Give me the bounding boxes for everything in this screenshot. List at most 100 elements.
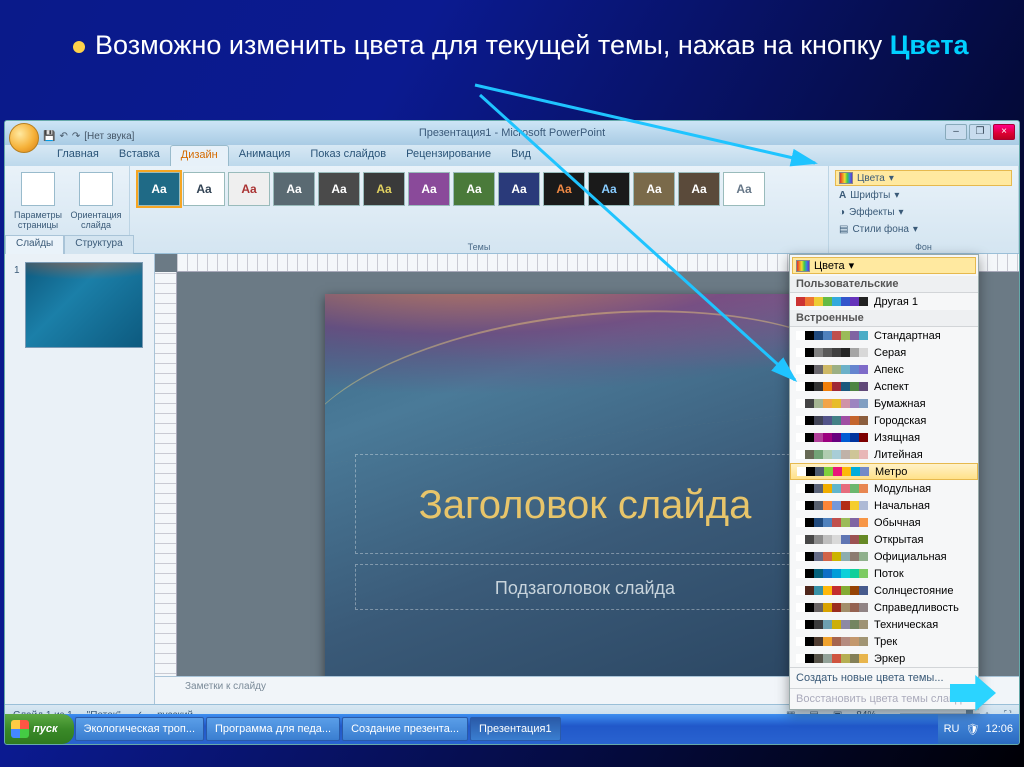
cm-reset: Восстановить цвета темы слайда [790, 688, 978, 709]
ribbon-tab-5[interactable]: Рецензирование [396, 145, 501, 166]
color-swatches [796, 382, 868, 391]
color-swatches [796, 348, 868, 357]
theme-swatch-7[interactable]: Aa [453, 172, 495, 206]
theme-swatch-11[interactable]: Aa [633, 172, 675, 206]
colors-dropdown: Цвета ▾ Пользовательские Другая 1 Встрое… [789, 254, 979, 710]
theme-swatch-13[interactable]: Aa [723, 172, 765, 206]
ribbon-group-themes: AaAaAaAaAaAaAaAaAaAaAaAaAaAa Темы [130, 166, 829, 253]
system-tray[interactable]: RU 🛡 12:06 [938, 714, 1019, 744]
minimize-button[interactable]: – [945, 124, 967, 140]
color-swatches [796, 518, 868, 527]
maximize-button[interactable]: ❐ [969, 124, 991, 140]
ruler-vertical [155, 272, 177, 704]
theme-swatch-1[interactable]: Aa [183, 172, 225, 206]
taskbar-item-2[interactable]: Создание презента... [342, 717, 468, 741]
slide-thumbnail-panel[interactable]: 1 [5, 254, 155, 704]
qat-undo-icon[interactable]: ↶ [59, 125, 67, 149]
qat-redo-icon[interactable]: ↷ [72, 125, 80, 149]
title-placeholder[interactable]: Заголовок слайда [355, 454, 815, 554]
color-scheme-Официальная[interactable]: Официальная [790, 548, 978, 565]
color-scheme-Городская[interactable]: Городская [790, 412, 978, 429]
color-scheme-Бумажная[interactable]: Бумажная [790, 395, 978, 412]
color-swatches [796, 450, 868, 459]
colors-dropdown-header[interactable]: Цвета ▾ [792, 257, 976, 274]
taskbar-item-3[interactable]: Презентация1 [470, 717, 561, 741]
subtitle-placeholder[interactable]: Подзаголовок слайда [355, 564, 815, 610]
qat-sound[interactable]: [Нет звука] [84, 125, 134, 149]
theme-swatch-2[interactable]: Aa [228, 172, 270, 206]
color-scheme-Изящная[interactable]: Изящная [790, 429, 978, 446]
color-scheme-Модульная[interactable]: Модульная [790, 480, 978, 497]
color-scheme-Аспект[interactable]: Аспект [790, 378, 978, 395]
colors-button[interactable]: Цвета ▾ [835, 170, 1012, 186]
color-scheme-label: Стандартная [874, 330, 941, 342]
start-button[interactable]: пуск [5, 714, 74, 744]
theme-swatch-12[interactable]: Aa [678, 172, 720, 206]
color-scheme-Трек[interactable]: Трек [790, 633, 978, 650]
bg-styles-icon: ▤ [839, 224, 848, 235]
color-scheme-Литейная[interactable]: Литейная [790, 446, 978, 463]
ribbon-tab-2[interactable]: Дизайн [170, 145, 229, 166]
color-scheme-label: Начальная [874, 500, 930, 512]
color-swatches [796, 433, 868, 442]
taskbar-item-1[interactable]: Программа для педа... [206, 717, 340, 741]
fonts-button[interactable]: AШрифты ▾ [835, 188, 1012, 203]
theme-swatch-6[interactable]: Aa [408, 172, 450, 206]
color-scheme-Стандартная[interactable]: Стандартная [790, 327, 978, 344]
tab-outline[interactable]: Структура [64, 235, 133, 254]
color-swatches [796, 569, 868, 578]
color-scheme-Справедливость[interactable]: Справедливость [790, 599, 978, 616]
color-scheme-label: Метро [875, 466, 907, 478]
color-scheme-label: Открытая [874, 534, 923, 546]
taskbar-item-0[interactable]: Экологическая троп... [75, 717, 204, 741]
close-button[interactable]: × [993, 124, 1015, 140]
color-scheme-Обычная[interactable]: Обычная [790, 514, 978, 531]
color-scheme-Открытая[interactable]: Открытая [790, 531, 978, 548]
instruction-bullet: Возможно изменить цвета для текущей темы… [0, 0, 1024, 73]
color-swatches [796, 637, 868, 646]
ribbon-tab-6[interactable]: Вид [501, 145, 541, 166]
color-swatches [796, 297, 868, 306]
color-scheme-Метро[interactable]: Метро [790, 463, 978, 480]
color-scheme-label: Городская [874, 415, 926, 427]
office-button[interactable] [9, 123, 39, 153]
color-scheme-label: Серая [874, 347, 906, 359]
tray-icon[interactable]: 🛡 [966, 723, 980, 736]
theme-swatch-5[interactable]: Aa [363, 172, 405, 206]
color-scheme-Поток[interactable]: Поток [790, 565, 978, 582]
color-scheme-Начальная[interactable]: Начальная [790, 497, 978, 514]
ribbon-tabs: ГлавнаяВставкаДизайнАнимацияПоказ слайдо… [5, 145, 1019, 166]
color-scheme-Другая 1[interactable]: Другая 1 [790, 293, 978, 310]
group-label-themes: Темы [130, 242, 828, 252]
slide-thumbnail-1[interactable]: 1 [25, 262, 143, 348]
colors-icon [796, 260, 810, 272]
colors-icon [839, 172, 853, 184]
windows-taskbar: пуск Экологическая троп...Программа для … [5, 714, 1019, 744]
color-scheme-Солнцестояние[interactable]: Солнцестояние [790, 582, 978, 599]
cm-section-builtin: Встроенные [790, 310, 978, 327]
cm-create-new[interactable]: Создать новые цвета темы... [790, 667, 978, 688]
tray-lang[interactable]: RU [944, 723, 960, 735]
color-scheme-Серая[interactable]: Серая [790, 344, 978, 361]
theme-swatch-0[interactable]: Aa [138, 172, 180, 206]
theme-swatch-10[interactable]: Aa [588, 172, 630, 206]
color-scheme-Эркер[interactable]: Эркер [790, 650, 978, 667]
theme-gallery[interactable]: AaAaAaAaAaAaAaAaAaAaAaAaAaAa [136, 170, 822, 206]
color-scheme-Техническая[interactable]: Техническая [790, 616, 978, 633]
effects-button[interactable]: ◑Эффекты ▾ [835, 205, 1012, 220]
tab-slides[interactable]: Слайды [5, 235, 64, 254]
theme-swatch-9[interactable]: Aa [543, 172, 585, 206]
qat-save-icon[interactable]: 💾 [43, 125, 55, 149]
quick-access-toolbar[interactable]: 💾 ↶ ↷ [Нет звука] [43, 125, 134, 149]
theme-swatch-4[interactable]: Aa [318, 172, 360, 206]
powerpoint-window: 💾 ↶ ↷ [Нет звука] Презентация1 - Microso… [4, 120, 1020, 745]
color-swatches [796, 416, 868, 425]
color-scheme-label: Другая 1 [874, 296, 918, 308]
slide-canvas[interactable]: Заголовок слайда Подзаголовок слайда [325, 294, 845, 684]
color-scheme-Апекс[interactable]: Апекс [790, 361, 978, 378]
theme-swatch-3[interactable]: Aa [273, 172, 315, 206]
theme-swatch-8[interactable]: Aa [498, 172, 540, 206]
bg-styles-button[interactable]: ▤Стили фона ▾ [835, 222, 1012, 237]
ribbon-tab-4[interactable]: Показ слайдов [300, 145, 396, 166]
ribbon-tab-3[interactable]: Анимация [229, 145, 301, 166]
